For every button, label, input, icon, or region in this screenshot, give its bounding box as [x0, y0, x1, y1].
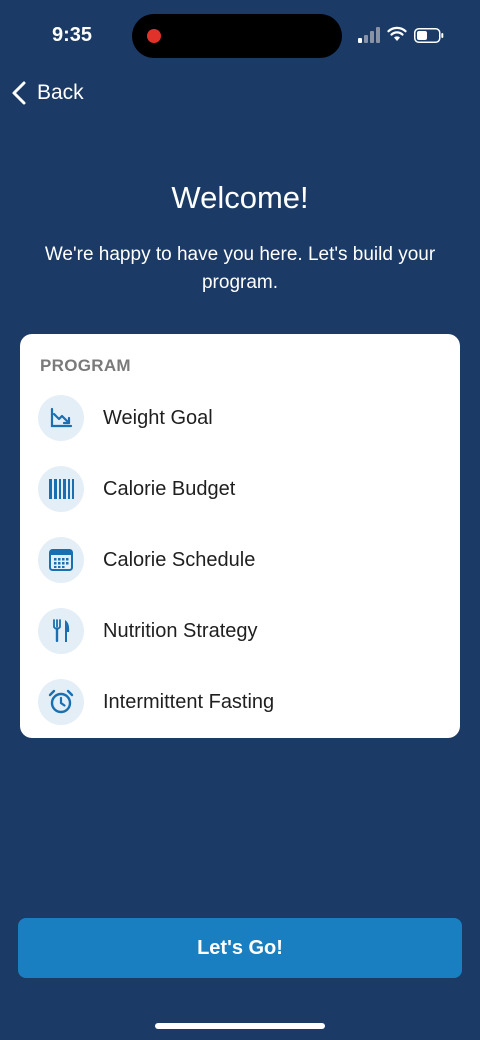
program-item-nutrition-strategy[interactable]: Nutrition Strategy: [38, 606, 442, 656]
barcode-bars-icon: [38, 466, 84, 512]
page-subtitle: We're happy to have you here. Let's buil…: [44, 244, 436, 293]
lets-go-label: Let's Go!: [197, 936, 283, 959]
calendar-icon: [38, 537, 84, 583]
fork-knife-icon: [38, 608, 84, 654]
alarm-clock-icon: [38, 679, 84, 725]
program-item-intermittent-fasting[interactable]: Intermittent Fasting: [38, 677, 442, 727]
program-item-label: Calorie Schedule: [103, 548, 256, 571]
program-item-label: Intermittent Fasting: [103, 690, 275, 713]
program-item-weight-goal[interactable]: Weight Goal: [38, 393, 442, 443]
dynamic-island: [132, 14, 342, 58]
battery-icon: [414, 28, 444, 43]
program-item-label: Calorie Budget: [103, 477, 236, 500]
program-heading: PROGRAM: [40, 356, 131, 375]
program-card: PROGRAM Weight Goal Calorie Budget Calor…: [20, 334, 460, 738]
status-bar: 9:35: [0, 0, 480, 72]
status-time: 9:35: [52, 24, 93, 46]
back-button[interactable]: Back: [10, 78, 84, 108]
program-item-label: Weight Goal: [103, 406, 213, 429]
program-item-calorie-budget[interactable]: Calorie Budget: [38, 464, 442, 514]
signal-icon: [358, 27, 380, 43]
program-item-label: Nutrition Strategy: [103, 619, 258, 642]
page-title: Welcome!: [171, 180, 309, 215]
chevron-left-icon: [12, 81, 26, 105]
back-label: Back: [37, 81, 84, 104]
home-indicator[interactable]: [155, 1023, 325, 1029]
program-item-calorie-schedule[interactable]: Calorie Schedule: [38, 535, 442, 585]
lets-go-button[interactable]: Let's Go!: [18, 918, 462, 978]
recording-dot-icon: [147, 29, 161, 43]
trending-down-chart-icon: [38, 395, 84, 441]
wifi-icon: [387, 26, 407, 41]
